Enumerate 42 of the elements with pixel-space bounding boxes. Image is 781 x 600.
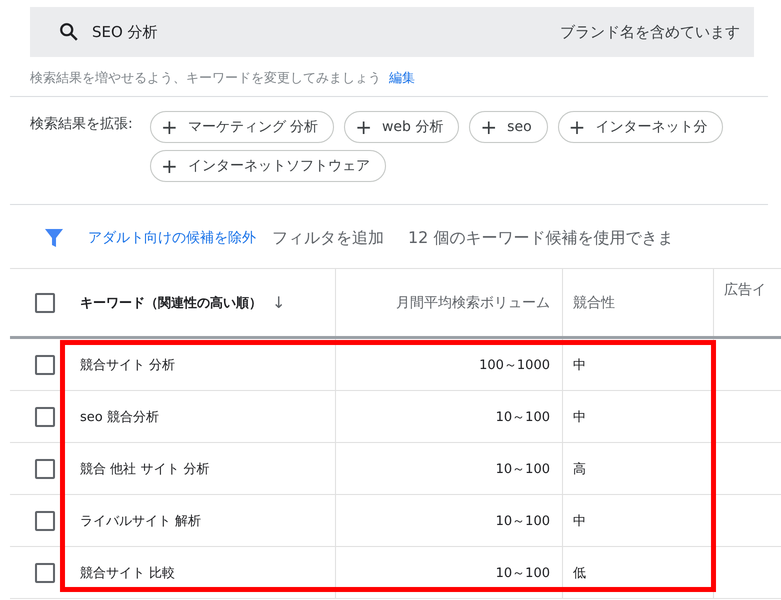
row-checkbox[interactable] [35,406,55,426]
column-header[interactable]: キーワード（関連性の高い順） [80,294,262,312]
hint-text: 検索結果を増やせるよう、キーワードを変更してみましょう [30,70,381,87]
row-checkbox[interactable] [35,562,55,582]
expand-label: 検索結果を拡張: [30,115,134,134]
competition-cell-text: 中 [573,356,586,374]
edit-link[interactable]: 編集 [389,69,415,87]
select-all-checkbox[interactable] [35,292,55,312]
row-checkbox[interactable] [35,510,55,530]
search-icon [58,21,80,43]
adult-filter-link[interactable]: アダルト向けの候補を除外 [88,229,256,247]
keyword-cell-text: 競合サイト 分析 [80,356,176,374]
row-checkbox[interactable] [35,354,55,374]
column-header[interactable]: 広告イ [724,281,766,299]
volume-cell-text: 100～1000 [479,356,550,374]
volume-cell-text: 10～100 [496,564,550,582]
brand-note: ブランド名を含めています [560,22,740,42]
keyword-cell-text: seo 競合分析 [80,408,159,426]
competition-cell-text: 中 [573,512,586,530]
keyword-cell-text: 競合サイト 比較 [80,564,176,582]
competition-cell-text: 中 [573,408,586,426]
keyword-chip[interactable]: + seo [469,111,548,143]
volume-cell-text: 10～100 [496,512,550,530]
column-header[interactable]: 月間平均検索ボリューム [396,294,550,312]
volume-cell-text: 10～100 [496,408,550,426]
keyword-chip[interactable]: + マーケティング 分析 [150,111,334,143]
keyword-chip[interactable]: + web 分析 [344,111,460,143]
row-checkbox[interactable] [35,458,55,478]
search-query: SEO 分析 [92,22,158,42]
competition-cell-text: 低 [573,564,586,582]
keyword-chip[interactable]: + インターネットソフトウェア [150,150,386,182]
competition-cell-text: 高 [573,460,586,478]
keyword-count: 12 個のキーワード候補を使用できま [408,228,674,248]
sort-arrow[interactable]: ↓ [272,293,286,312]
keyword-cell-text: ライバルサイト 解析 [80,512,202,530]
keyword-chip[interactable]: + インターネット分 [558,111,724,143]
volume-cell-text: 10～100 [496,460,550,478]
add-filter-button[interactable]: フィルタを追加 [272,228,384,248]
filter-icon [44,227,64,249]
keyword-cell-text: 競合 他社 サイト 分析 [80,460,210,478]
search-bar[interactable]: SEO 分析 ブランド名を含めています [30,7,754,57]
column-header[interactable]: 競合性 [573,294,615,312]
